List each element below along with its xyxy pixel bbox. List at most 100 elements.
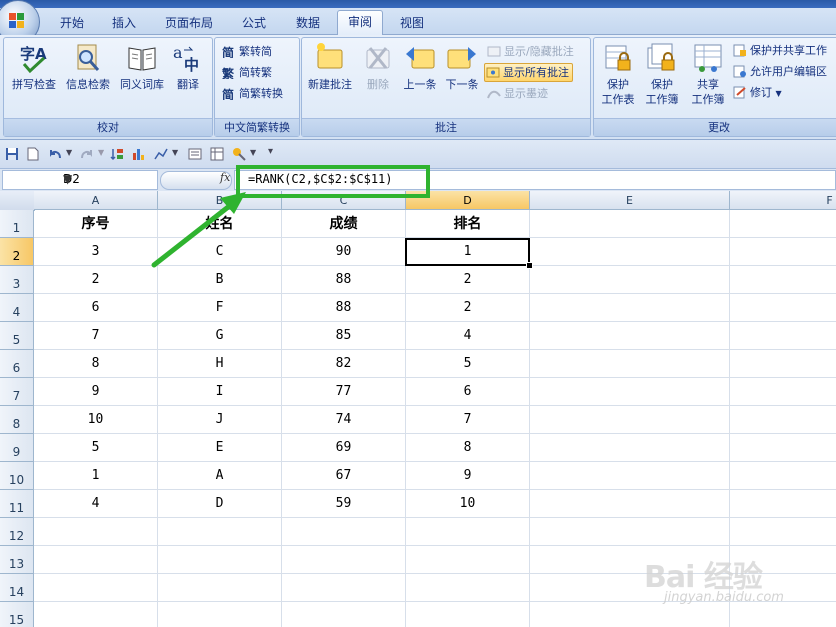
cell-f1[interactable] xyxy=(730,210,836,238)
cell-c13[interactable] xyxy=(282,546,406,574)
share-workbook-button[interactable]: 共享 工作簿 xyxy=(686,42,730,107)
cell-a13[interactable] xyxy=(34,546,158,574)
row-header-9[interactable]: 9 xyxy=(0,434,34,462)
cell-f8[interactable] xyxy=(730,406,836,434)
sort-icon[interactable] xyxy=(110,147,124,161)
tab-formulas[interactable]: 公式 xyxy=(234,12,274,34)
cell-a10[interactable]: 1 xyxy=(34,462,158,490)
undo-icon[interactable] xyxy=(48,147,62,161)
cell-d14[interactable] xyxy=(406,574,530,602)
cell-e4[interactable] xyxy=(530,294,730,322)
cell-f3[interactable] xyxy=(730,266,836,294)
cell-a14[interactable] xyxy=(34,574,158,602)
cell-c3[interactable]: 88 xyxy=(282,266,406,294)
cell-f9[interactable] xyxy=(730,434,836,462)
chart-dropdown-icon[interactable]: ▼ xyxy=(172,148,178,157)
cell-c10[interactable]: 67 xyxy=(282,462,406,490)
cell-a3[interactable]: 2 xyxy=(34,266,158,294)
row-header-14[interactable]: 14 xyxy=(0,574,34,602)
tab-page-layout[interactable]: 页面布局 xyxy=(158,12,220,34)
research-button[interactable]: 信息检索 xyxy=(62,42,114,92)
cell-b1[interactable]: 姓名 xyxy=(158,210,282,238)
spell-check-button[interactable]: 字A 拼写检查 xyxy=(8,42,60,92)
save-icon[interactable] xyxy=(5,147,19,161)
cell-b15[interactable] xyxy=(158,602,282,627)
cell-d9[interactable]: 8 xyxy=(406,434,530,462)
cell-d4[interactable]: 2 xyxy=(406,294,530,322)
cell-d10[interactable]: 9 xyxy=(406,462,530,490)
cell-d8[interactable]: 7 xyxy=(406,406,530,434)
cell-c6[interactable]: 82 xyxy=(282,350,406,378)
cell-f11[interactable] xyxy=(730,490,836,518)
cell-f4[interactable] xyxy=(730,294,836,322)
cell-a5[interactable]: 7 xyxy=(34,322,158,350)
cell-e7[interactable] xyxy=(530,378,730,406)
cell-d1[interactable]: 排名 xyxy=(406,210,530,238)
cell-b11[interactable]: D xyxy=(158,490,282,518)
redo-icon[interactable] xyxy=(80,147,94,161)
track-changes-button[interactable]: 修订 ▼ xyxy=(732,84,782,101)
cell-a12[interactable] xyxy=(34,518,158,546)
name-box-dropdown-icon[interactable]: ▼ xyxy=(63,172,154,186)
tools-dropdown-icon[interactable]: ▼ xyxy=(250,148,256,157)
row-header-8[interactable]: 8 xyxy=(0,406,34,434)
cell-d11[interactable]: 10 xyxy=(406,490,530,518)
cell-d6[interactable]: 5 xyxy=(406,350,530,378)
customize-toolbar-icon[interactable]: ▾ xyxy=(268,146,273,157)
cell-e8[interactable] xyxy=(530,406,730,434)
fill-handle[interactable] xyxy=(526,262,533,269)
cell-b12[interactable] xyxy=(158,518,282,546)
simplified-to-traditional-button[interactable]: 繁 简转繁 xyxy=(221,64,272,81)
row-header-15[interactable]: 15 xyxy=(0,602,34,627)
insert-function-icon[interactable]: fx xyxy=(220,171,230,184)
tools-icon[interactable] xyxy=(232,147,246,161)
cell-e5[interactable] xyxy=(530,322,730,350)
cell-b10[interactable]: A xyxy=(158,462,282,490)
row-header-11[interactable]: 11 xyxy=(0,490,34,518)
show-ink-button[interactable]: 显示墨迹 xyxy=(486,85,548,102)
cell-c5[interactable]: 85 xyxy=(282,322,406,350)
chart-icon[interactable] xyxy=(132,147,146,161)
cell-b4[interactable]: F xyxy=(158,294,282,322)
row-header-5[interactable]: 5 xyxy=(0,322,34,350)
row-header-2[interactable]: 2 xyxy=(0,238,34,266)
table-icon[interactable] xyxy=(210,147,224,161)
cell-c7[interactable]: 77 xyxy=(282,378,406,406)
cell-f15[interactable] xyxy=(730,602,836,627)
form-icon[interactable] xyxy=(188,147,202,161)
row-header-13[interactable]: 13 xyxy=(0,546,34,574)
cell-f2[interactable] xyxy=(730,238,836,266)
cell-d15[interactable] xyxy=(406,602,530,627)
new-document-icon[interactable] xyxy=(26,147,40,161)
thesaurus-button[interactable]: 同义词库 xyxy=(116,42,168,92)
row-header-1[interactable]: 1 xyxy=(0,210,34,238)
cell-f7[interactable] xyxy=(730,378,836,406)
cell-d12[interactable] xyxy=(406,518,530,546)
translate-button[interactable]: a中 翻译 xyxy=(168,42,208,92)
allow-edit-ranges-button[interactable]: 允许用户编辑区 xyxy=(732,63,827,80)
chinese-conversion-button[interactable]: 简 简繁转换 xyxy=(221,85,283,102)
cell-b3[interactable]: B xyxy=(158,266,282,294)
row-header-6[interactable]: 6 xyxy=(0,350,34,378)
protect-and-share-button[interactable]: 保护并共享工作 xyxy=(732,42,827,59)
track-changes-dropdown-icon[interactable]: ▼ xyxy=(776,89,782,98)
cell-d5[interactable]: 4 xyxy=(406,322,530,350)
cell-c12[interactable] xyxy=(282,518,406,546)
column-header-e[interactable]: E xyxy=(530,191,730,210)
line-chart-icon[interactable] xyxy=(154,147,168,161)
tab-home[interactable]: 开始 xyxy=(52,12,92,34)
show-hide-comment-button[interactable]: 显示/隐藏批注 xyxy=(486,43,574,60)
delete-comment-button[interactable]: 删除 xyxy=(358,42,398,92)
next-comment-button[interactable]: 下一条 xyxy=(442,42,482,92)
cell-b14[interactable] xyxy=(158,574,282,602)
redo-dropdown-icon[interactable]: ▼ xyxy=(98,148,104,157)
cell-e9[interactable] xyxy=(530,434,730,462)
cell-f5[interactable] xyxy=(730,322,836,350)
cell-a2[interactable]: 3 xyxy=(34,238,158,266)
cell-e11[interactable] xyxy=(530,490,730,518)
tab-data[interactable]: 数据 xyxy=(288,12,328,34)
cell-a15[interactable] xyxy=(34,602,158,627)
cell-c8[interactable]: 74 xyxy=(282,406,406,434)
row-header-3[interactable]: 3 xyxy=(0,266,34,294)
cell-c14[interactable] xyxy=(282,574,406,602)
